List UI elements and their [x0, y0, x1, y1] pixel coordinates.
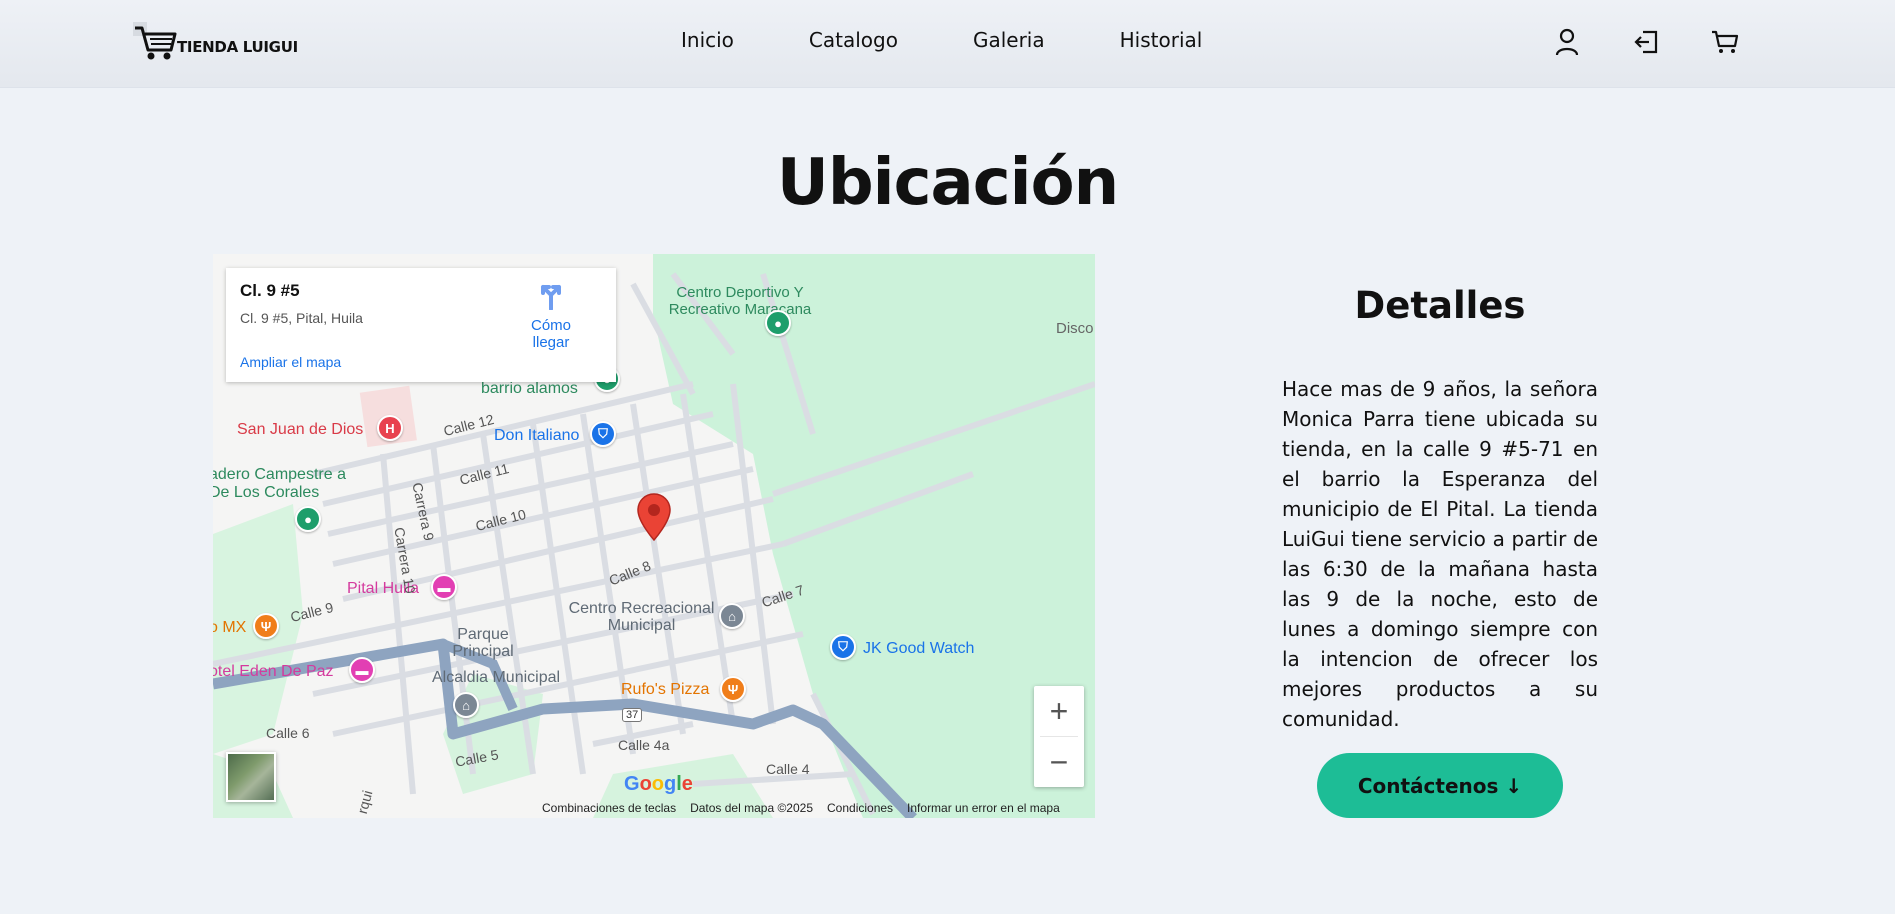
directions-button[interactable]: Cómo llegar — [511, 282, 591, 351]
place-address: Cl. 9 #5, Pital, Huila — [240, 310, 363, 326]
nav-galeria[interactable]: Galeria — [973, 28, 1045, 52]
details-title: Detalles — [1354, 284, 1526, 327]
expand-map-link[interactable]: Ampliar el mapa — [240, 354, 341, 370]
nav-inicio[interactable]: Inicio — [681, 28, 734, 52]
poi-hospital-icon[interactable]: H — [377, 415, 403, 441]
map-attribution: Combinaciones de teclas Datos del mapa ©… — [542, 798, 1060, 818]
cart-button[interactable] — [1709, 26, 1741, 58]
zoom-controls: + − — [1034, 686, 1084, 787]
poi-park-icon[interactable]: ● — [765, 310, 791, 336]
route-37-shield: 37 — [622, 708, 643, 722]
nav-historial[interactable]: Historial — [1120, 28, 1203, 52]
place-title: Cl. 9 #5 — [240, 281, 300, 300]
google-map[interactable]: Centro Deportivo Y Recreativo Maracana D… — [213, 254, 1095, 818]
poi-hotel-icon[interactable]: ▬ — [431, 574, 457, 600]
poi-hotel-icon[interactable]: ▬ — [349, 657, 375, 683]
terms-link[interactable]: Condiciones — [827, 801, 893, 815]
street-label-calle-4: Calle 4 — [766, 761, 810, 777]
logo[interactable]: TIENDA LUIGUI — [133, 20, 298, 62]
directions-icon — [541, 285, 561, 311]
map-label-don-italiano: Don Italiano — [494, 427, 580, 444]
user-button[interactable] — [1551, 26, 1583, 58]
logout-button[interactable] — [1630, 26, 1662, 58]
map-label-rufos: Rufo's Pizza — [621, 681, 710, 698]
poi-restaurant-icon[interactable]: Ψ — [720, 676, 746, 702]
location-pin-icon[interactable] — [637, 493, 671, 541]
poi-park-icon[interactable]: ● — [295, 506, 321, 532]
map-label-centro-recreacional: Centro Recreacional Municipal — [568, 600, 715, 634]
poi-civic-icon[interactable]: ⌂ — [453, 692, 479, 718]
zoom-in-button[interactable]: + — [1034, 686, 1084, 736]
details-text: Hace mas de 9 años, la señora Monica Par… — [1282, 377, 1598, 731]
directions-label: Cómo llegar — [530, 317, 571, 351]
map-label-centro-deportivo: Centro Deportivo Y Recreativo Maracana — [668, 284, 812, 318]
map-data-text: Datos del mapa ©2025 — [690, 801, 813, 815]
map-label-jk-good-watch: JK Good Watch — [863, 640, 975, 657]
site-header: TIENDA LUIGUI Inicio Catalogo Galeria Hi… — [0, 0, 1895, 88]
street-label-calle-6: Calle 6 — [266, 725, 310, 741]
map-label-hotel: otel Eden De Paz — [213, 663, 334, 680]
map-label-san-juan: San Juan de Dios — [237, 421, 364, 438]
report-error-link[interactable]: Informar un error en el mapa — [907, 801, 1060, 815]
shopping-cart-logo-icon — [133, 22, 177, 60]
map-label-disco: Disco — [1056, 320, 1094, 337]
street-label-calle-4a: Calle 4a — [618, 737, 670, 753]
zoom-out-button[interactable]: − — [1034, 737, 1084, 787]
keyboard-shortcuts-link[interactable]: Combinaciones de teclas — [542, 801, 676, 815]
map-label-parque: Parque Principal — [452, 626, 514, 660]
contact-button[interactable]: Contáctenos ↓ — [1317, 753, 1563, 818]
logo-text: TIENDA LUIGUI — [177, 38, 298, 56]
satellite-toggle-button[interactable] — [226, 752, 276, 802]
poi-civic-icon[interactable]: ⌂ — [719, 603, 745, 629]
map-label-mx: o MX — [213, 619, 247, 636]
main-nav: Inicio Catalogo Galeria Historial — [681, 28, 1277, 52]
place-info-card: Cl. 9 #5 Cl. 9 #5, Pital, Huila Cómo lle… — [226, 268, 616, 382]
logout-icon — [1634, 30, 1658, 54]
page-title: Ubicación — [776, 146, 1119, 220]
poi-restaurant-icon[interactable]: Ψ — [253, 613, 279, 639]
map-label-campestre: adero Campestre a De Los Corales — [213, 466, 346, 501]
map-label-alcaldia: Alcaldia Municipal — [432, 669, 561, 686]
nav-catalogo[interactable]: Catalogo — [809, 28, 898, 52]
map-label-barrio-alamos: barrio alamos — [481, 380, 578, 397]
poi-shopping-icon[interactable]: ⛉ — [830, 634, 856, 660]
poi-shopping-icon[interactable]: ⛉ — [590, 421, 616, 447]
google-logo: Google — [624, 773, 693, 795]
user-icon — [1555, 28, 1579, 56]
cart-icon — [1712, 30, 1739, 53]
